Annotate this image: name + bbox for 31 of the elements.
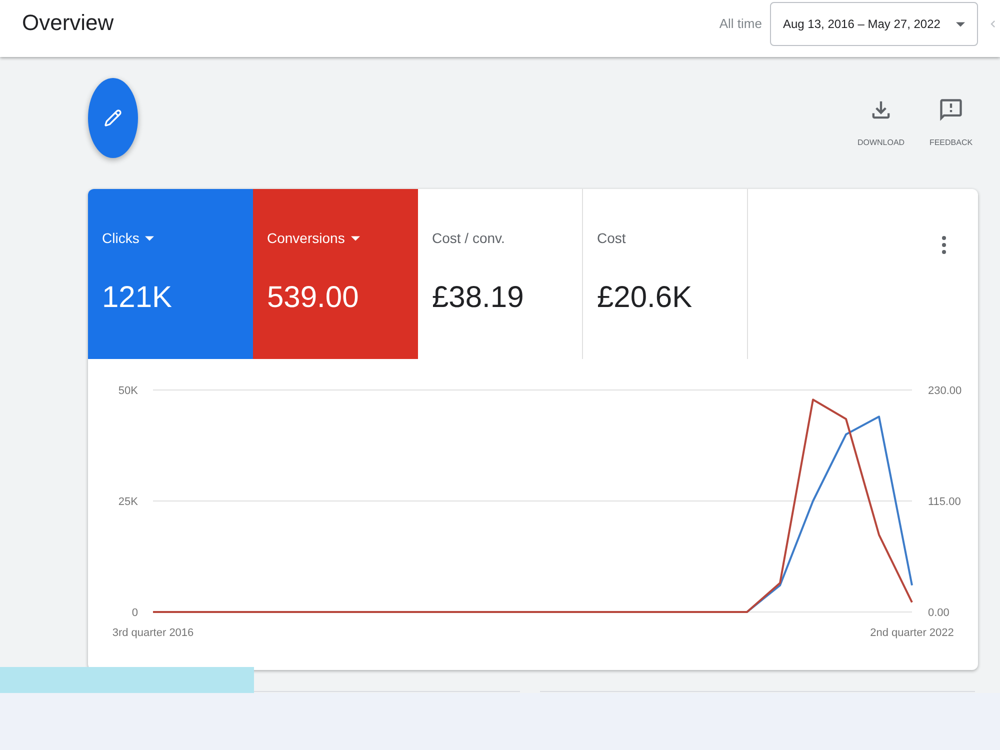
edit-button[interactable] — [88, 78, 138, 158]
metric-value: 539.00 — [267, 280, 359, 316]
axis-label: 115.00 — [928, 496, 961, 508]
metric-label: Conversions — [267, 229, 345, 248]
metric-label: Clicks — [102, 229, 140, 248]
axis-label: 0 — [132, 607, 138, 619]
metric-value: 121K — [102, 280, 172, 316]
caret-icon — [350, 236, 360, 240]
metric-card[interactable]: Clicks 121K — [88, 189, 253, 359]
metric-value: £20.6K — [597, 280, 692, 316]
axis-label: 3rd quarter 2016 — [112, 627, 194, 639]
metric-card[interactable]: Cost / conv. £38.19 — [418, 189, 583, 359]
metric-value: £38.19 — [432, 280, 524, 316]
page-title: Overview — [22, 9, 114, 37]
axis-label: 230.00 — [928, 385, 962, 397]
date-range-dropdown[interactable]: Aug 13, 2016 – May 27, 2022 — [770, 2, 978, 46]
metric-label: Cost / conv. — [432, 229, 505, 248]
axis-label: 25K — [118, 496, 138, 508]
metric-card[interactable]: Conversions 539.00 — [253, 189, 418, 359]
caret-icon — [956, 22, 965, 26]
pencil-icon — [104, 109, 122, 127]
metric-card[interactable]: Cost £20.6K — [583, 189, 748, 359]
caret-icon — [145, 236, 154, 240]
metric-label: Cost — [597, 229, 626, 248]
axis-label: 2nd quarter 2022 — [870, 627, 954, 639]
download-button[interactable]: DOWNLOAD — [851, 95, 911, 148]
more-vertical-icon — [942, 236, 946, 254]
axis-label: 0.00 — [928, 607, 950, 619]
date-preset-label: All time — [719, 15, 762, 34]
feedback-button[interactable]: FEEDBACK — [921, 95, 981, 148]
axis-label: 50K — [118, 385, 138, 397]
